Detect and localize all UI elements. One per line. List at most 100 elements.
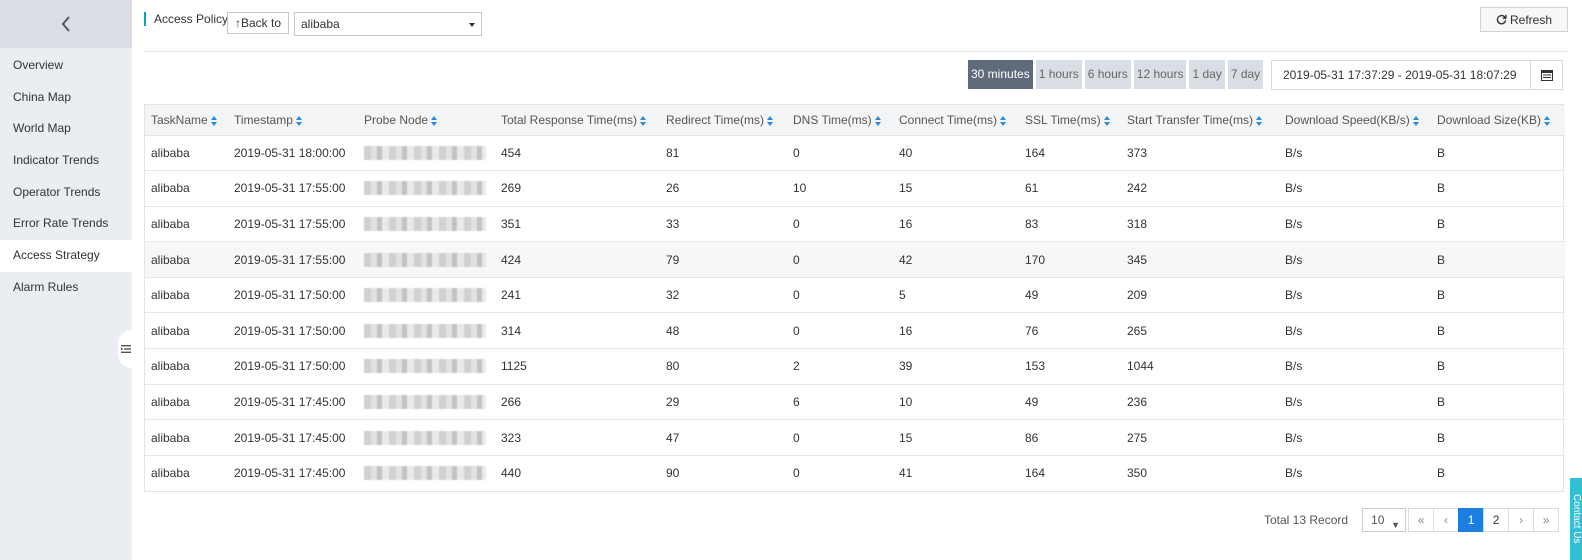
download-speed-cell: B/s [1279, 312, 1431, 350]
ssl-time-cell: 153 [1019, 348, 1121, 385]
probe-node-redacted [364, 394, 486, 409]
sidebar-item-indicator-trends[interactable]: Indicator Trends [0, 145, 132, 177]
column-header[interactable]: Connect Time(ms) [893, 105, 1019, 136]
timestamp-cell: 2019-05-31 18:00:00 [228, 135, 358, 172]
probe-node-cell [358, 170, 495, 207]
column-header[interactable]: Probe Node [358, 105, 495, 136]
download-speed-cell: B/s [1279, 419, 1431, 456]
pagination: Total 13 Record 10 ▼ « ‹ 1 2 › » [1264, 507, 1560, 532]
range-1-day[interactable]: 1 day [1189, 60, 1225, 89]
sidebar-item-alarm-rules[interactable]: Alarm Rules [0, 272, 132, 304]
column-header[interactable]: Start Transfer Time(ms) [1121, 105, 1279, 136]
column-header[interactable]: Timestamp [228, 105, 358, 136]
column-header[interactable]: Total Response Time(ms) [495, 105, 660, 136]
range-7-day[interactable]: 7 day [1227, 60, 1264, 89]
sort-icon[interactable] [767, 115, 774, 126]
sort-icon[interactable] [295, 115, 303, 126]
download-size-cell: B [1431, 277, 1565, 314]
probe-node-cell [358, 419, 495, 456]
download-size-cell: B [1431, 170, 1565, 207]
sidebar-item-operator-trends[interactable]: Operator Trends [0, 177, 132, 209]
range-1-hours[interactable]: 1 hours [1035, 60, 1082, 89]
sort-icon[interactable] [1412, 115, 1420, 126]
download-size-cell: B [1431, 135, 1565, 172]
start-transfer-cell: 265 [1121, 312, 1279, 350]
column-header[interactable]: DNS Time(ms) [787, 105, 893, 136]
redirect-time-cell: 48 [660, 312, 787, 350]
task-select[interactable]: alibaba [294, 12, 482, 36]
sort-icon[interactable] [640, 115, 647, 126]
sort-icon[interactable] [1000, 115, 1007, 126]
redirect-time-cell: 79 [660, 241, 787, 278]
range-30-minutes[interactable]: 30 minutes [968, 60, 1033, 89]
dns-time-cell: 0 [787, 241, 893, 278]
contact-us-tab[interactable]: Contact Us [1570, 478, 1582, 560]
total-response-cell: 314 [495, 312, 660, 350]
probe-node-redacted [364, 181, 486, 196]
start-transfer-cell: 1044 [1121, 348, 1279, 385]
download-speed-cell: B/s [1279, 170, 1431, 207]
start-transfer-cell: 275 [1121, 419, 1279, 456]
range-12-hours[interactable]: 12 hours [1133, 60, 1187, 89]
timestamp-cell: 2019-05-31 17:45:00 [234, 466, 346, 481]
page-1-button[interactable]: 1 [1458, 507, 1485, 532]
column-header[interactable]: Redirect Time(ms) [660, 105, 787, 136]
date-range-input[interactable]: 2019-05-31 17:37:29 - 2019-05-31 18:07:2… [1271, 60, 1531, 90]
probe-node-redacted [364, 288, 486, 303]
probe-node-redacted [364, 359, 486, 374]
table-row: alibaba 2019-05-31 17:45:00 440 90 0 41 164 350… [145, 455, 1565, 491]
column-header[interactable]: TaskName [145, 105, 228, 136]
next-page-button[interactable]: › [1508, 507, 1535, 532]
sidebar-collapse-handle[interactable] [118, 330, 134, 368]
range-6-hours[interactable]: 6 hours [1084, 60, 1131, 89]
sidebar-item-overview[interactable]: Overview [0, 50, 132, 82]
first-page-button[interactable]: « [1408, 507, 1435, 532]
ssl-time-cell: 170 [1019, 241, 1121, 278]
sort-icon[interactable] [874, 115, 882, 126]
column-header[interactable]: Download Size(KB) [1431, 105, 1565, 136]
sort-icon[interactable] [1256, 115, 1263, 126]
table-header-row: TaskName Timestamp Probe Node Total Resp… [145, 105, 1565, 136]
table-row: alibaba 2019-05-31 17:50:00 314 48 0 16 76 265 B… [145, 312, 1565, 350]
task-name-cell: alibaba [145, 312, 228, 350]
total-records: Total 13 Record [1264, 512, 1349, 527]
timestamp-cell: 2019-05-31 17:55:00 [228, 206, 358, 243]
back-button[interactable]: ↑Back to [227, 12, 290, 34]
page-2-button[interactable]: 2 [1483, 507, 1510, 532]
column-header[interactable]: Download Speed(KB/s) [1279, 105, 1431, 136]
probe-node-cell [358, 384, 495, 421]
start-transfer-cell: 350 [1127, 466, 1148, 481]
sidebar-item-world-map[interactable]: World Map [0, 113, 132, 145]
total-response-cell: 1125 [495, 348, 660, 385]
last-page-button[interactable]: » [1533, 507, 1560, 532]
task-name-cell: alibaba [145, 348, 228, 385]
dns-time-cell: 0 [793, 466, 800, 481]
page-size-select[interactable]: 10 ▼ [1362, 507, 1407, 532]
page-size-value: 10 [1371, 512, 1385, 527]
ssl-time-cell: 86 [1019, 419, 1121, 456]
ssl-time-cell: 49 [1019, 277, 1121, 314]
download-speed-cell: B/s [1279, 348, 1431, 385]
download-size-cell: B [1431, 206, 1565, 243]
sort-icon[interactable] [1544, 115, 1551, 126]
sidebar-item-china-map[interactable]: China Map [0, 82, 132, 114]
timestamp-cell: 2019-05-31 17:50:00 [228, 277, 358, 314]
total-response-cell: 266 [495, 384, 660, 421]
connect-time-cell: 16 [893, 206, 1019, 243]
dns-time-cell: 0 [787, 135, 893, 172]
sort-icon[interactable] [1103, 115, 1111, 126]
connect-time-cell: 41 [899, 466, 913, 481]
probe-node-cell [358, 135, 495, 172]
refresh-button[interactable]: Refresh [1480, 7, 1568, 32]
sort-icon[interactable] [210, 115, 218, 126]
sidebar-back-button[interactable] [0, 0, 132, 48]
redirect-time-cell: 29 [660, 384, 787, 421]
sort-icon[interactable] [431, 115, 438, 126]
task-name-cell: alibaba [145, 170, 228, 207]
sidebar-item-error-rate-trends[interactable]: Error Rate Trends [0, 208, 132, 240]
prev-page-button[interactable]: ‹ [1433, 507, 1460, 532]
calendar-button[interactable] [1530, 60, 1563, 90]
sidebar-item-access-strategy[interactable]: Access Strategy [0, 240, 132, 272]
column-header[interactable]: SSL Time(ms) [1019, 105, 1121, 136]
timestamp-cell: 2019-05-31 17:45:00 [228, 384, 358, 421]
